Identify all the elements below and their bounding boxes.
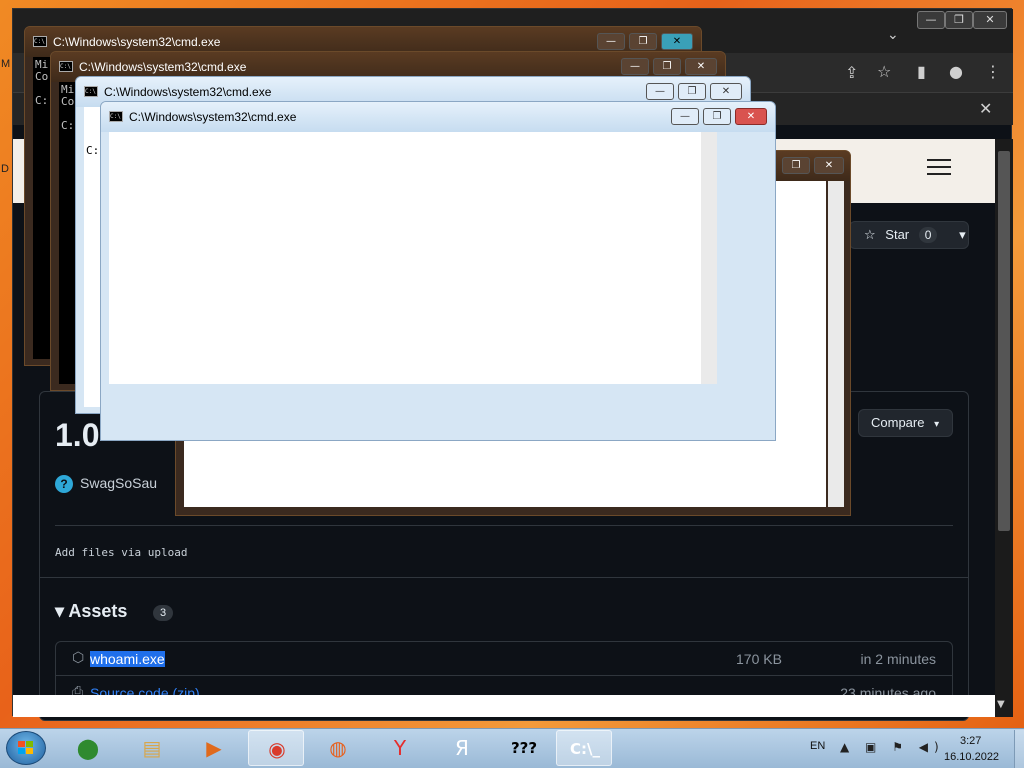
unknown-app-icon: ???	[510, 739, 538, 757]
star-button[interactable]: ☆ Star 0 ▾	[849, 221, 969, 249]
media-player-icon: ▶	[206, 736, 222, 760]
clock-time[interactable]: 3:27	[960, 735, 981, 747]
cmd-title: C:\Windows\system32\cmd.exe	[104, 85, 272, 99]
star-icon: ☆	[864, 228, 876, 243]
taskbar-unknown-app-button[interactable]: ???	[496, 730, 552, 766]
taskbar-cmd-button[interactable]: C:\_	[556, 730, 612, 766]
browser-menu-icon[interactable]: ⋮	[985, 62, 1001, 81]
taskbar-green-app-button[interactable]: ⬤	[60, 730, 116, 766]
windows-logo-icon	[18, 741, 34, 755]
cmd-title: C:\Windows\system32\cmd.exe	[53, 35, 221, 49]
window-minimize-button[interactable]: —	[917, 11, 945, 29]
page-scrollbar[interactable]	[995, 139, 1013, 717]
clock-date[interactable]: 16.10.2022	[944, 751, 999, 763]
maximize-button[interactable]: ❐	[703, 108, 731, 125]
asset-download-link[interactable]: whoami.exe	[90, 651, 165, 667]
bookmark-star-icon[interactable]: ☆	[877, 62, 891, 81]
taskbar-media-player-button[interactable]: ▶	[186, 730, 242, 766]
taskbar-firefox-button[interactable]: ◍	[310, 730, 366, 766]
taskbar-yandex-button[interactable]: Я	[434, 730, 490, 766]
minimize-button[interactable]: —	[671, 108, 699, 125]
language-indicator[interactable]: EN	[810, 740, 825, 752]
cmd-title: C:\Windows\system32\cmd.exe	[79, 60, 247, 74]
star-label: Star	[885, 227, 910, 242]
cmd-app-icon: C:\	[33, 36, 47, 47]
cmd-scrollbar[interactable]	[828, 181, 844, 507]
close-button[interactable]: ✕	[710, 83, 742, 100]
asset-timestamp: in 2 minutes	[860, 651, 936, 667]
desktop-icon-label: D	[1, 163, 9, 175]
explorer-icon: ▤	[142, 736, 162, 760]
desktop-icon-label: M	[1, 58, 11, 70]
tab-search-icon[interactable]: ⌄	[887, 27, 899, 43]
star-count-badge: 0	[918, 227, 938, 243]
taskbar-explorer-button[interactable]: ▤	[124, 730, 180, 766]
chrome-icon: ◉	[268, 737, 286, 761]
taskbar-yandex-browser-button[interactable]: Y	[372, 730, 428, 766]
compare-label: Compare	[871, 415, 925, 430]
window-close-button[interactable]: ✕	[973, 11, 1007, 29]
share-icon[interactable]: ⇪	[845, 63, 858, 82]
cmd-app-icon: C:\	[109, 111, 123, 122]
maximize-button[interactable]: ❐	[653, 58, 681, 75]
package-icon: ⬡	[72, 650, 85, 666]
release-version-title: 1.0	[55, 417, 100, 453]
star-dropdown-icon[interactable]: ▾	[959, 227, 966, 242]
green-app-icon: ⬤	[76, 736, 100, 760]
maximize-button[interactable]: ❐	[629, 33, 657, 50]
release-author-link[interactable]: SwagSoSau	[80, 475, 157, 491]
show-desktop-button[interactable]	[1014, 730, 1024, 768]
cmd-scrollbar[interactable]	[701, 132, 717, 384]
close-button[interactable]: ✕	[814, 157, 844, 174]
scrollbar-thumb[interactable]	[998, 151, 1010, 531]
window-restore-button[interactable]: ❐	[945, 11, 973, 29]
hamburger-menu-icon[interactable]	[927, 159, 951, 177]
tray-icons[interactable]: ▲ ▣ ⚑ ◀)	[840, 740, 945, 754]
cmd-console[interactable]	[109, 132, 701, 384]
author-avatar[interactable]: ?	[55, 475, 73, 493]
cmd-app-icon: C:\	[84, 86, 98, 97]
asset-row: ⬡ whoami.exe 170 KB in 2 minutes	[56, 642, 952, 676]
close-button[interactable]: ✕	[661, 33, 693, 50]
minimize-button[interactable]: —	[621, 58, 649, 75]
divider	[55, 525, 953, 526]
minimize-button[interactable]: —	[597, 33, 625, 50]
yandex-browser-icon: Y	[393, 736, 407, 760]
scroll-down-icon[interactable]: ▼	[997, 699, 1005, 710]
cmd-icon: C:\_	[570, 740, 600, 758]
chevron-down-icon: ▾	[934, 419, 940, 430]
release-notes: Add files via upload	[55, 546, 188, 559]
yandex-icon: Я	[455, 736, 469, 760]
compare-button[interactable]: Compare ▾	[858, 409, 953, 437]
assets-count-badge: 3	[153, 605, 174, 621]
cmd-title: C:\Windows\system32\cmd.exe	[129, 110, 297, 124]
assets-toggle[interactable]: ▾ Assets	[55, 601, 127, 622]
side-panel-icon[interactable]: ▮	[917, 62, 926, 81]
asset-size: 170 KB	[736, 651, 782, 667]
minimize-button[interactable]: —	[646, 83, 674, 100]
infobar-close-icon[interactable]: ✕	[979, 99, 992, 118]
cmd-titlebar[interactable]: C:\ C:\Windows\system32\cmd.exe — ❐ ✕	[101, 102, 775, 132]
cmd-app-icon: C:\	[59, 61, 73, 72]
page-bottom-strip	[13, 695, 995, 717]
maximize-button[interactable]: ❐	[678, 83, 706, 100]
close-button[interactable]: ✕	[735, 108, 767, 125]
taskbar-chrome-button[interactable]: ◉	[248, 730, 304, 766]
firefox-icon: ◍	[329, 736, 347, 760]
divider	[39, 577, 969, 578]
cmd-window-active[interactable]: C:\ C:\Windows\system32\cmd.exe — ❐ ✕	[100, 101, 776, 441]
maximize-button[interactable]: ❐	[782, 157, 810, 174]
close-button[interactable]: ✕	[685, 58, 717, 75]
profile-icon[interactable]: ●	[949, 62, 963, 81]
